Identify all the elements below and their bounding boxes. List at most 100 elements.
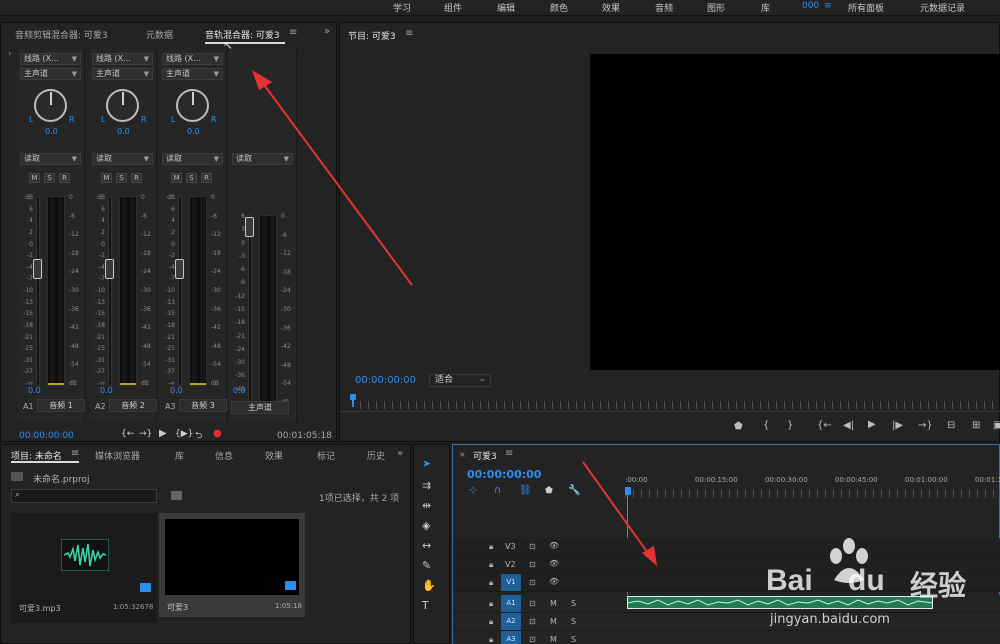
automation-mode-select[interactable]: 读取 ▼ bbox=[92, 153, 153, 165]
go-to-out-icon[interactable]: →} bbox=[139, 429, 152, 439]
record-enable-button[interactable]: R bbox=[131, 173, 142, 183]
project-item-sequence[interactable]: 可爱3 1:05:18 bbox=[159, 513, 305, 617]
sync-lock-icon[interactable]: ⊡ bbox=[529, 542, 536, 551]
project-search-input[interactable]: ⌕ bbox=[11, 489, 157, 503]
lock-icon[interactable]: 🔒︎ bbox=[489, 560, 493, 570]
hand-tool-icon[interactable]: ✋ bbox=[422, 579, 436, 592]
toggle-output-eye-icon[interactable]: 👁︎ bbox=[549, 541, 559, 550]
workspace-graphics[interactable]: 图形 bbox=[707, 1, 725, 14]
mute-button[interactable]: M bbox=[171, 173, 182, 183]
project-search-field[interactable] bbox=[26, 491, 154, 501]
go-to-in-icon[interactable]: {← bbox=[817, 420, 832, 431]
record-enable-button[interactable]: R bbox=[201, 173, 212, 183]
play-in-to-out-icon[interactable]: {▶} bbox=[175, 429, 193, 439]
volume-fader-handle[interactable] bbox=[175, 259, 184, 279]
pan-value[interactable]: 0.0 bbox=[187, 127, 200, 136]
step-back-icon[interactable]: ◀| bbox=[843, 420, 854, 431]
solo-button[interactable]: S bbox=[116, 173, 127, 183]
volume-value[interactable]: 0.0 bbox=[100, 386, 113, 395]
add-marker-icon[interactable]: ⬟ bbox=[734, 421, 743, 432]
track-select-tool-icon[interactable]: ⇉ bbox=[422, 479, 431, 492]
tab-history[interactable]: 历史 bbox=[367, 449, 385, 462]
track-input-select[interactable]: 线路 (X... ▼ bbox=[20, 53, 81, 65]
track-target-label[interactable]: V1 bbox=[501, 574, 521, 591]
lock-icon[interactable]: 🔒︎ bbox=[489, 542, 493, 552]
razor-tool-icon[interactable]: ◈ bbox=[422, 519, 430, 532]
tab-info[interactable]: 信息 bbox=[215, 449, 233, 462]
track-target-label[interactable]: A2 bbox=[501, 613, 521, 630]
solo-track-button[interactable]: S bbox=[571, 599, 576, 608]
lift-icon[interactable]: ⊟ bbox=[947, 420, 955, 431]
record-enable-button[interactable]: R bbox=[59, 173, 70, 183]
automation-mode-select[interactable]: 读取 ▼ bbox=[20, 153, 81, 165]
project-item-audio[interactable]: 可爱3.mp3 1:05:32678 bbox=[11, 513, 157, 623]
tab-libraries[interactable]: 库 bbox=[175, 449, 184, 462]
type-tool-icon[interactable]: T bbox=[422, 599, 429, 612]
pan-knob[interactable] bbox=[34, 89, 67, 122]
mixer-menu-icon[interactable]: ≡ bbox=[289, 27, 297, 38]
track-input-select[interactable]: 线路 (X... ▼ bbox=[162, 53, 223, 65]
tab-audio-track-mixer[interactable]: 音轨混合器: 可爱3 bbox=[205, 28, 280, 41]
settings-wrench-icon[interactable]: 🔧 bbox=[568, 485, 580, 496]
lock-icon[interactable]: 🔒︎ bbox=[489, 578, 493, 588]
track-output-select[interactable]: 主声道 ▼ bbox=[162, 68, 223, 80]
timeline-playhead-marker[interactable] bbox=[625, 487, 631, 495]
workspace-libraries[interactable]: 库 bbox=[761, 1, 770, 14]
sync-lock-icon[interactable]: ⊡ bbox=[529, 635, 536, 644]
workspace-custom[interactable]: 000 bbox=[802, 1, 819, 11]
slip-tool-icon[interactable]: ↔ bbox=[422, 539, 431, 552]
go-to-in-icon[interactable]: {← bbox=[121, 429, 134, 439]
workspace-learn[interactable]: 学习 bbox=[393, 1, 411, 14]
tab-media-browser[interactable]: 媒体浏览器 bbox=[95, 449, 140, 462]
volume-value[interactable]: 0.0 bbox=[28, 386, 41, 395]
pan-knob[interactable] bbox=[176, 89, 209, 122]
workspace-all-panels[interactable]: 所有面板 bbox=[848, 1, 884, 14]
linked-selection-icon[interactable]: ⛓ bbox=[519, 485, 532, 496]
timeline-menu-icon[interactable]: ≡ bbox=[505, 448, 513, 459]
lock-icon[interactable]: 🔒︎ bbox=[489, 617, 493, 627]
mark-out-icon[interactable]: } bbox=[787, 420, 793, 431]
lock-icon[interactable]: 🔒︎ bbox=[489, 635, 493, 644]
add-marker-icon[interactable]: ⬟ bbox=[545, 486, 553, 496]
toggle-output-eye-icon[interactable]: 👁︎ bbox=[549, 559, 559, 568]
project-menu-icon[interactable]: ≡ bbox=[71, 448, 79, 459]
extract-icon[interactable]: ⊞ bbox=[972, 420, 980, 431]
master-level-value[interactable]: 0.0 bbox=[233, 386, 246, 395]
program-video-display[interactable] bbox=[590, 54, 1000, 370]
step-forward-icon[interactable]: |▶ bbox=[892, 420, 903, 431]
workspace-menu-icon[interactable]: ≡ bbox=[824, 1, 832, 11]
track-input-select[interactable]: 线路 (X... ▼ bbox=[92, 53, 153, 65]
workspace-metadata-logging[interactable]: 元数据记录 bbox=[920, 1, 965, 14]
solo-track-button[interactable]: S bbox=[571, 617, 576, 626]
workspace-effects[interactable]: 效果 bbox=[602, 1, 620, 14]
sync-lock-icon[interactable]: ⊡ bbox=[529, 578, 536, 587]
automation-mode-select[interactable]: 读取 ▼ bbox=[162, 153, 223, 165]
track-output-select[interactable]: 主声道 ▼ bbox=[20, 68, 81, 80]
mute-track-button[interactable]: M bbox=[550, 617, 557, 626]
pan-value[interactable]: 0.0 bbox=[117, 127, 130, 136]
zoom-fit-select[interactable]: 适合 ⌄ bbox=[429, 374, 491, 387]
play-icon[interactable]: ▶ bbox=[159, 428, 167, 439]
loop-icon[interactable]: ⮌ bbox=[195, 428, 202, 444]
mute-track-button[interactable]: M bbox=[550, 635, 557, 644]
pen-tool-icon[interactable]: ✎ bbox=[422, 559, 431, 572]
new-bin-icon[interactable] bbox=[171, 491, 182, 500]
master-fader-handle[interactable] bbox=[245, 217, 254, 237]
panel-expand-icon[interactable]: » bbox=[397, 448, 403, 459]
sync-lock-icon[interactable]: ⊡ bbox=[529, 599, 536, 608]
selection-tool-icon[interactable]: ➤ bbox=[422, 457, 431, 470]
show-effects-arrow-icon[interactable]: › bbox=[8, 49, 12, 59]
timeline-time-ruler[interactable] bbox=[625, 490, 1000, 498]
solo-button[interactable]: S bbox=[44, 173, 55, 183]
lock-icon[interactable]: 🔒︎ bbox=[489, 599, 493, 609]
video-track-row[interactable]: 🔒︎ V3 ⊡ 👁︎ bbox=[453, 538, 1000, 556]
workspace-editing[interactable]: 编辑 bbox=[497, 1, 515, 14]
nest-toggle-icon[interactable]: ⊹ bbox=[469, 485, 477, 496]
tab-markers[interactable]: 标记 bbox=[317, 449, 335, 462]
track-target-label[interactable]: V3 bbox=[505, 542, 516, 551]
solo-button[interactable]: S bbox=[186, 173, 197, 183]
timeline-timecode[interactable]: 00:00:00:00 bbox=[467, 468, 541, 481]
volume-fader-handle[interactable] bbox=[33, 259, 42, 279]
mark-in-icon[interactable]: { bbox=[763, 420, 769, 431]
volume-fader-handle[interactable] bbox=[105, 259, 114, 279]
